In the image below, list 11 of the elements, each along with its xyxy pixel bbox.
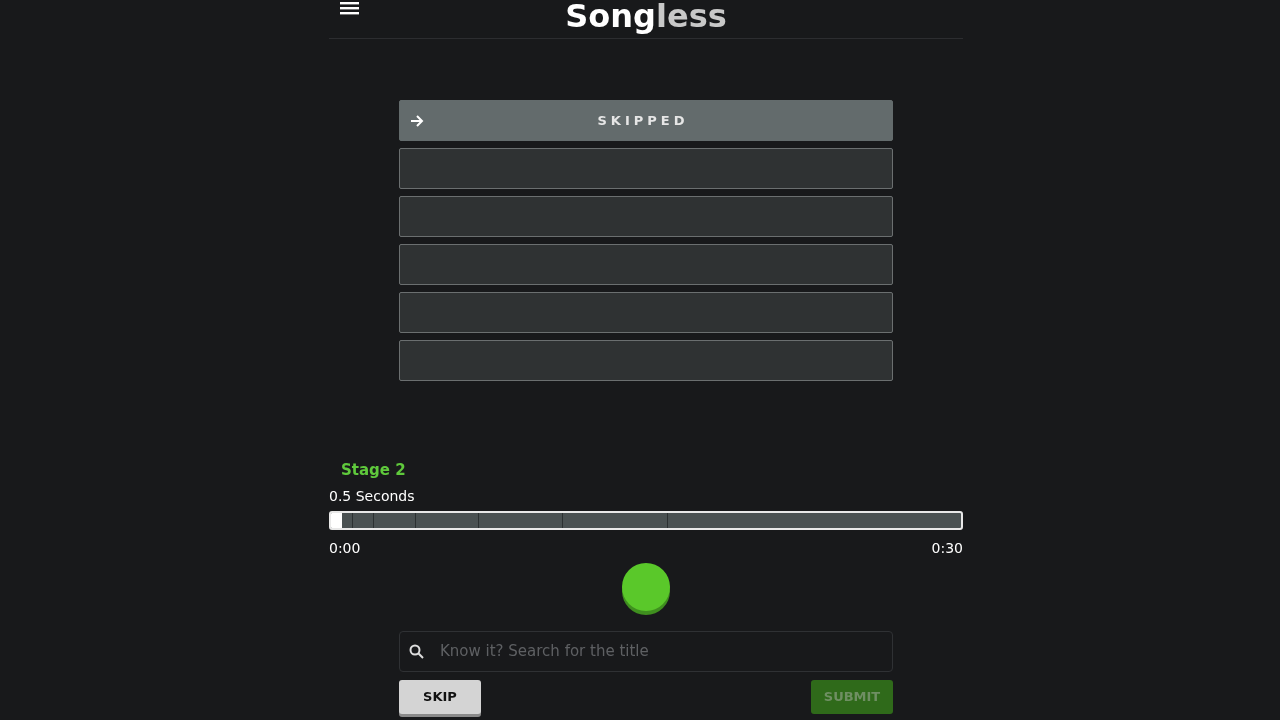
skip-button[interactable]: SKIP: [399, 679, 481, 714]
start-time: 0:00: [329, 538, 361, 558]
skipped-guess-row: SKIPPED: [399, 100, 893, 141]
end-time: 0:30: [931, 538, 963, 558]
stage-label: Stage 2: [341, 460, 407, 481]
menu-icon[interactable]: [340, 1, 359, 16]
duration-label: 0.5 Seconds: [329, 486, 416, 506]
logo: Songless: [565, 0, 727, 36]
arrow-icon: [410, 114, 424, 127]
search-field[interactable]: Know it? Search for the title: [399, 630, 893, 672]
play-button[interactable]: [622, 562, 670, 611]
